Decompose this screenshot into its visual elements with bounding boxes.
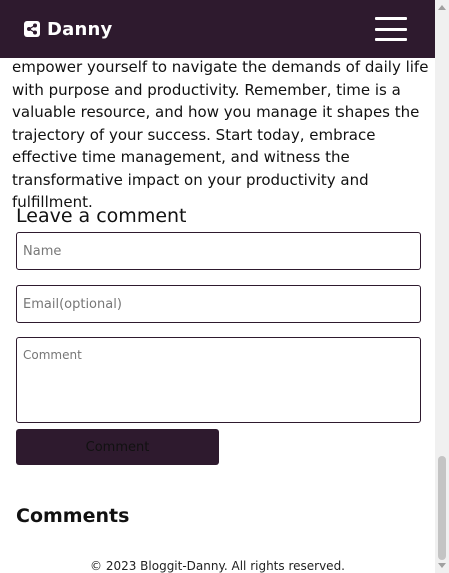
scrollbar[interactable] (435, 0, 449, 573)
menu-bar (375, 38, 407, 41)
article-content: empower yourself to navigate the demands… (12, 56, 430, 214)
scrollbar-thumb[interactable] (438, 456, 446, 560)
article-text: empower yourself to navigate the demands… (12, 58, 429, 211)
comments-heading: Comments (16, 505, 130, 527)
menu-bar (375, 27, 407, 31)
comment-textarea[interactable] (16, 337, 421, 423)
brand-link[interactable]: Danny (24, 16, 112, 42)
share-icon (24, 21, 40, 37)
name-input[interactable] (16, 232, 421, 270)
comment-submit-button[interactable]: Comment (16, 429, 219, 465)
email-input[interactable] (16, 285, 421, 323)
hamburger-menu-icon[interactable] (375, 17, 407, 41)
menu-bar (375, 17, 407, 20)
leave-comment-heading: Leave a comment (16, 205, 187, 227)
brand-name: Danny (47, 18, 113, 40)
scroll-up-arrow-icon[interactable] (438, 5, 446, 10)
footer-text: © 2023 Bloggit-Danny. All rights reserve… (90, 559, 345, 573)
navbar: Danny (0, 0, 435, 58)
scroll-down-arrow-icon[interactable] (438, 563, 446, 568)
